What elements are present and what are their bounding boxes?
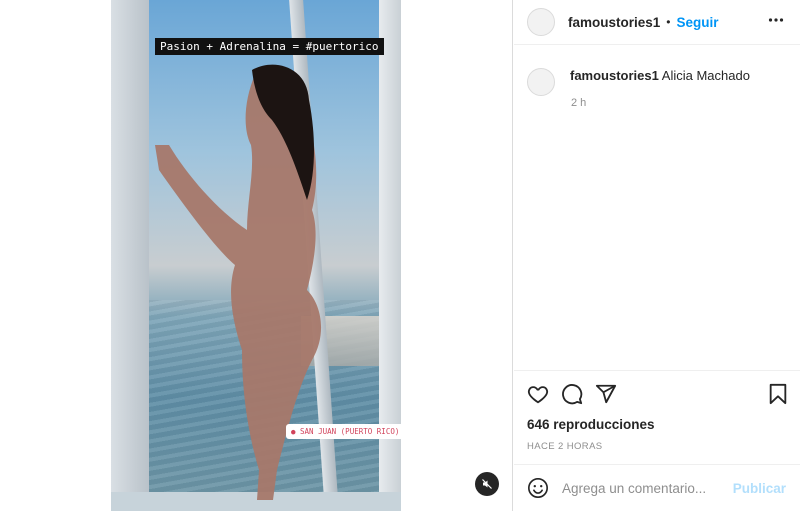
- window-frame-left: [111, 0, 149, 511]
- location-sticker[interactable]: ● SAN JUAN (PUERTO RICO): [286, 424, 401, 439]
- more-options-icon: [768, 18, 784, 22]
- video-player[interactable]: Pasion + Adrenalina = #puertorico ● SAN …: [111, 0, 401, 511]
- comment-username[interactable]: famoustories1: [570, 68, 659, 83]
- comment-input[interactable]: [562, 480, 732, 496]
- action-bar: 646 reproducciones HACE 2 HORAS: [514, 370, 800, 460]
- caption-sticker: Pasion + Adrenalina = #puertorico: [155, 38, 384, 55]
- avatar[interactable]: [527, 8, 555, 36]
- emoji-button[interactable]: [527, 477, 549, 499]
- heart-icon: [527, 386, 549, 404]
- more-options-button[interactable]: [768, 12, 784, 33]
- post-timestamp[interactable]: HACE 2 HORAS: [527, 441, 603, 452]
- mute-icon: [482, 479, 492, 489]
- header-username[interactable]: famoustories1: [568, 15, 660, 30]
- person-silhouette: [155, 64, 322, 500]
- comment-body: famoustories1 Alicia Machado: [570, 68, 750, 96]
- mute-button[interactable]: [475, 472, 499, 496]
- publish-button[interactable]: Publicar: [733, 481, 786, 496]
- view-count[interactable]: 646 reproducciones: [527, 417, 655, 432]
- post-header: famoustories1 • Seguir: [514, 0, 800, 45]
- share-icon: [595, 384, 617, 404]
- comment-text: Alicia Machado: [661, 68, 750, 83]
- emoji-icon: [528, 478, 548, 498]
- comment-avatar[interactable]: [527, 68, 555, 96]
- add-comment-bar: Publicar: [514, 464, 800, 511]
- media-area: Pasion + Adrenalina = #puertorico ● SAN …: [0, 0, 513, 511]
- follow-button[interactable]: Seguir: [676, 15, 718, 30]
- comment-timestamp[interactable]: 2 h: [571, 97, 586, 109]
- bookmark-icon: [769, 383, 787, 405]
- share-button[interactable]: [595, 383, 617, 410]
- like-button[interactable]: [527, 383, 549, 410]
- separator-dot: •: [666, 15, 671, 29]
- caption-comment: famoustories1 Alicia Machado: [527, 68, 750, 96]
- comment-button[interactable]: [561, 383, 583, 410]
- post-side-panel: famoustories1 • Seguir famoustories1 Ali…: [514, 0, 800, 511]
- save-button[interactable]: [768, 383, 788, 410]
- comment-icon: [562, 384, 583, 405]
